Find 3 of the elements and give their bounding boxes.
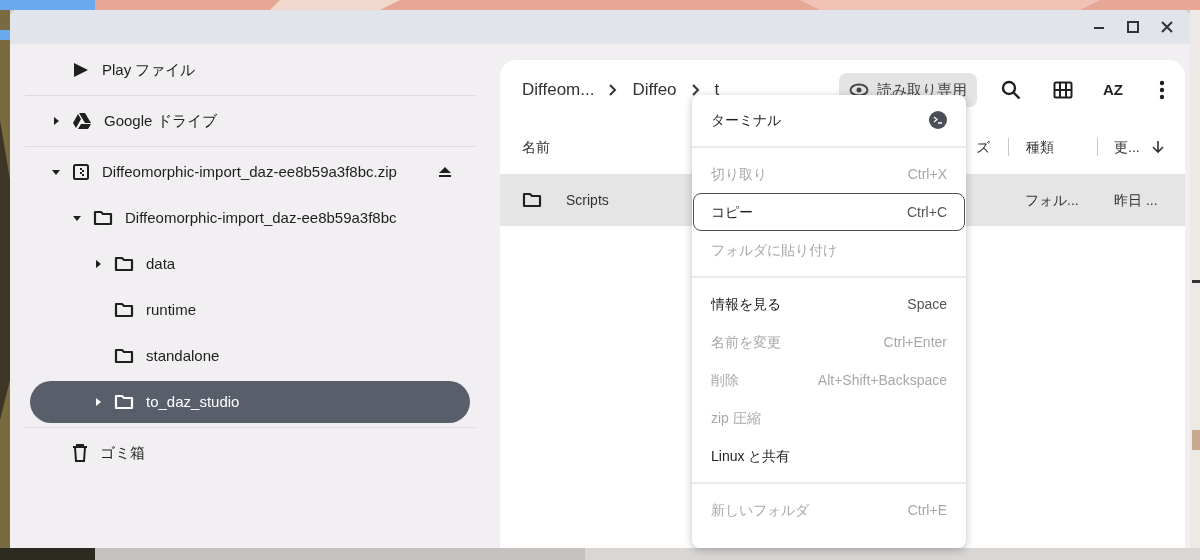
table-cell-text: フォル... [1024, 190, 1080, 210]
table-cell-text: 昨日 ... [1113, 190, 1158, 210]
table-cell-text: Scripts [566, 190, 609, 210]
